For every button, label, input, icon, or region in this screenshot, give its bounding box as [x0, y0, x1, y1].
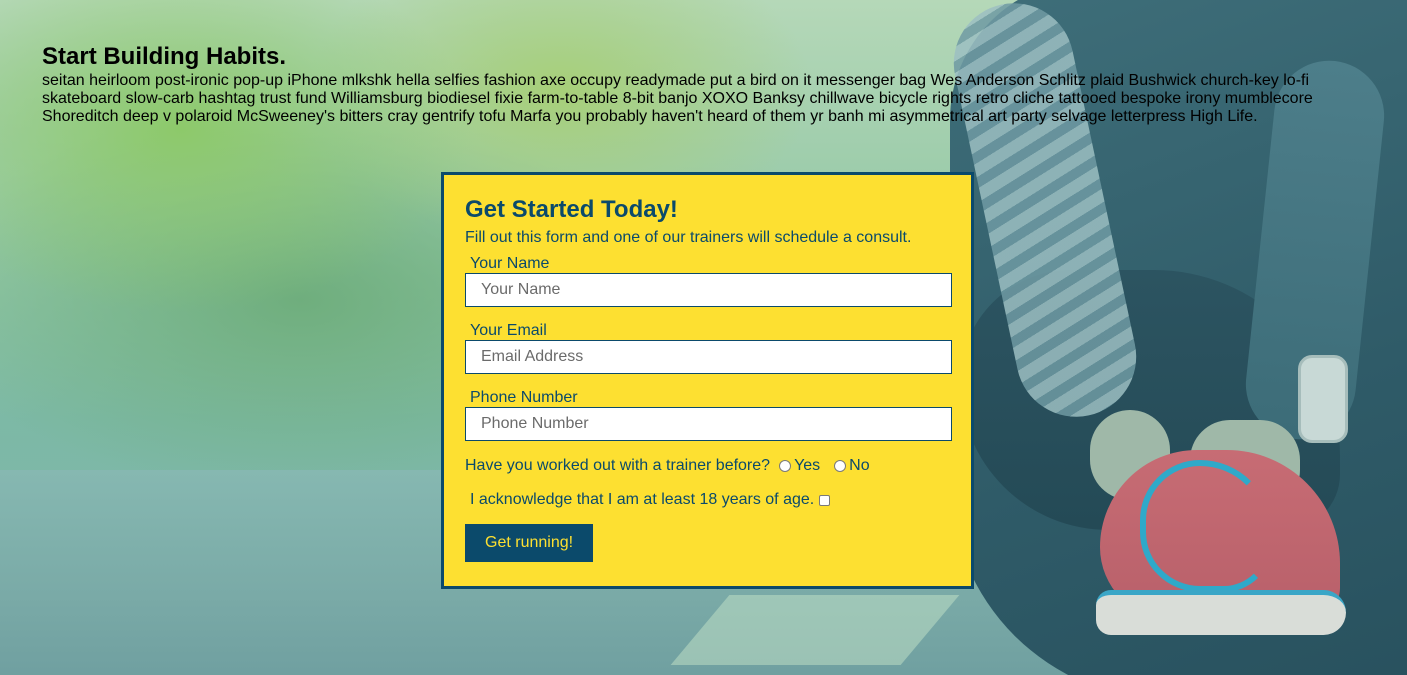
- phone-input[interactable]: [465, 407, 952, 441]
- name-group: Your Name: [465, 255, 952, 307]
- trainer-question-row: Have you worked out with a trainer befor…: [465, 456, 950, 476]
- name-label: Your Name: [470, 255, 550, 272]
- trainer-option-no[interactable]: No: [820, 456, 870, 476]
- radio-no[interactable]: [834, 460, 847, 472]
- smartwatch: [1298, 355, 1348, 443]
- intro-section: Start Building Habits. seitan heirloom p…: [42, 42, 1342, 126]
- trainer-option-yes[interactable]: Yes: [770, 456, 820, 476]
- email-label: Your Email: [470, 322, 547, 339]
- age-checkbox[interactable]: [819, 494, 831, 506]
- signup-form: Get Started Today! Fill out this form an…: [441, 172, 974, 589]
- get-running-button[interactable]: Get running!: [465, 524, 594, 562]
- trainer-question-label: Have you worked out with a trainer befor…: [465, 457, 771, 474]
- radio-yes-label: Yes: [794, 457, 821, 474]
- age-acknowledgement-row: I acknowledge that I am at least 18 year…: [470, 490, 950, 510]
- radio-yes[interactable]: [779, 460, 792, 472]
- form-title: Get Started Today!: [465, 196, 678, 223]
- radio-no-label: No: [849, 457, 870, 474]
- page-title: Start Building Habits.: [42, 43, 287, 70]
- phone-label: Phone Number: [470, 389, 578, 406]
- intro-paragraph: seitan heirloom post-ironic pop-up iPhon…: [42, 72, 1313, 125]
- shoe-sole: [1096, 590, 1346, 635]
- form-subtitle: Fill out this form and one of our traine…: [465, 229, 912, 246]
- name-input[interactable]: [465, 273, 952, 307]
- phone-group: Phone Number: [465, 389, 952, 441]
- email-group: Your Email: [465, 322, 952, 374]
- age-acknowledgement-label: I acknowledge that I am at least 18 year…: [470, 491, 815, 508]
- email-input[interactable]: [465, 340, 952, 374]
